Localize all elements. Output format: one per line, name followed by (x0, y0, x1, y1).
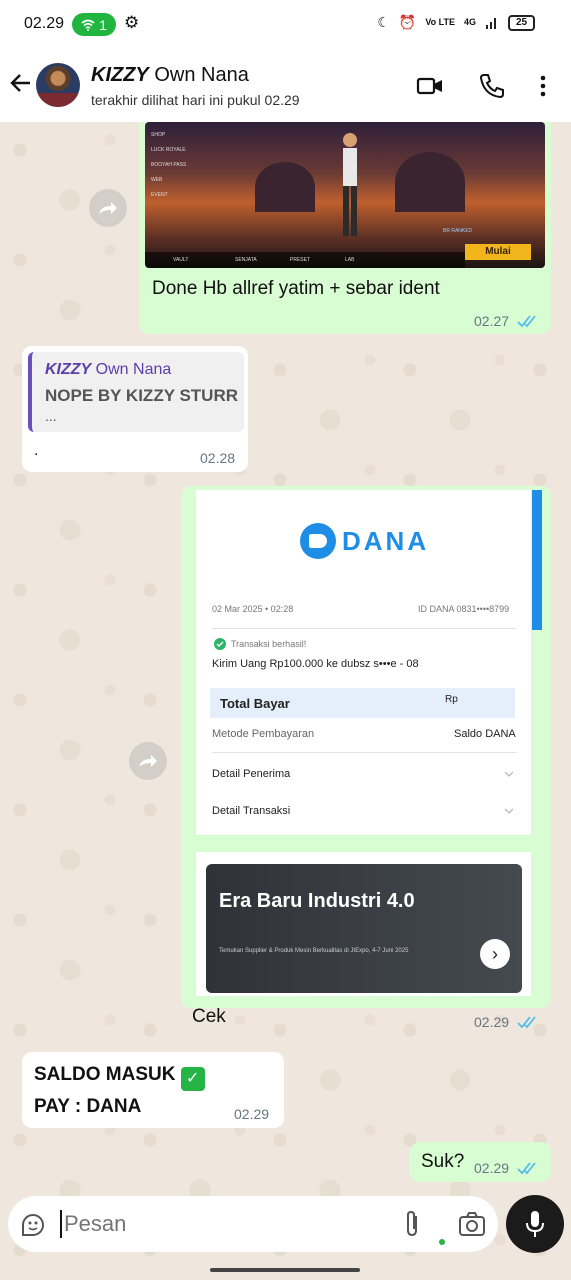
message-text: Done Hb allref yatim + sebar ident (152, 278, 440, 299)
status-time: 02.29 (24, 15, 65, 32)
game-start-button: Mulai (465, 244, 531, 260)
status-icons: ☾ ⏰ Vo LTE 4G 25 (377, 14, 535, 31)
forward-icon[interactable] (129, 742, 167, 780)
alarm-icon: ⏰ (398, 14, 417, 30)
quoted-author: KIZZY Own Nana (45, 361, 172, 378)
read-ticks-icon (517, 315, 536, 328)
read-ticks-icon (517, 1016, 536, 1029)
last-seen: terakhir dilihat hari ini pukul 02.29 (91, 92, 300, 108)
moon-icon: ☾ (377, 14, 390, 30)
quoted-ellipsis: ... (45, 408, 57, 424)
receipt-detail: Kirim Uang Rp100.000 ke dubsz s•••e - 08 (212, 658, 419, 670)
message-text: Suk? (421, 1151, 465, 1172)
sticker-icon[interactable] (20, 1212, 46, 1238)
message-text: Cek (192, 1006, 226, 1027)
chevron-down-icon (504, 808, 514, 814)
battery-level: 25 (515, 17, 528, 28)
divider (212, 752, 517, 753)
message-time: 02.29 (474, 1160, 510, 1176)
volte-label: Vo LTE (425, 17, 455, 27)
notification-count: 1 (99, 16, 107, 33)
success-check-icon (214, 638, 226, 650)
quoted-text: NOPE BY KIZZY STURR (45, 386, 239, 405)
transaction-detail-row: Detail Transaksi (212, 805, 291, 817)
gear-icon: ⚙ (124, 13, 140, 32)
game-label: WEB (151, 177, 163, 183)
recipient-detail-row: Detail Penerima (212, 768, 291, 780)
status-dot (439, 1239, 445, 1245)
attachment-icon[interactable] (402, 1210, 424, 1238)
signal-icon (486, 17, 496, 29)
check-mark-icon: ✓ (180, 1067, 205, 1091)
text-cursor (60, 1210, 62, 1238)
receipt-side-accent (532, 490, 542, 630)
read-ticks-icon (517, 1162, 536, 1175)
receipt-date: 02 Mar 2025 • 02:28 (212, 604, 294, 614)
microphone-icon (526, 1211, 544, 1237)
chevron-right-icon[interactable]: › (480, 939, 510, 969)
total-value: Rp (445, 694, 458, 705)
message-time: 02.29 (234, 1106, 270, 1122)
ad-title: Era Baru Industri 4.0 (219, 890, 415, 912)
home-indicator[interactable] (210, 1268, 360, 1272)
chat-header: KIZZY Own Nana terakhir dilihat hari ini… (0, 50, 571, 122)
message-input-bar (8, 1196, 498, 1252)
game-label: LUCK ROYALE (151, 147, 186, 153)
forward-icon[interactable] (89, 189, 127, 227)
message-time: 02.27 (474, 313, 510, 329)
message-time: 02.28 (200, 450, 236, 466)
game-bottom-bar: VAULT SENJATA PRESET LAB (145, 252, 465, 268)
message-input[interactable] (64, 1208, 394, 1240)
back-arrow-icon[interactable] (8, 70, 34, 96)
method-label: Metode Pembayaran (212, 728, 315, 740)
receipt-dana-id: ID DANA 0831••••8799 (418, 604, 510, 614)
message-text: . (34, 442, 39, 459)
divider (212, 628, 517, 629)
avatar[interactable] (36, 63, 80, 107)
more-options-icon[interactable] (529, 72, 557, 100)
message-text-line: SALDO MASUK ✓ (34, 1064, 205, 1091)
game-label: EVENT (151, 192, 168, 198)
contact-name[interactable]: KIZZY Own Nana (91, 64, 249, 87)
dana-logo: DANA (300, 523, 429, 559)
chevron-down-icon (504, 771, 514, 777)
status-bar: 02.29 1 ⚙ ☾ ⏰ Vo LTE 4G 25 (0, 0, 571, 50)
game-character (343, 133, 357, 236)
dana-logo-icon (300, 523, 336, 559)
total-row: Total Bayar Rp (210, 688, 515, 718)
total-label: Total Bayar (220, 696, 290, 711)
phone-call-icon[interactable] (478, 72, 506, 100)
battery-icon: 25 (508, 14, 535, 31)
game-label: SHOP (151, 132, 166, 138)
ad-banner[interactable]: Era Baru Industri 4.0 Temukan Supplier &… (206, 864, 522, 993)
game-badge: BR RANKED (443, 228, 473, 234)
message-text-line: PAY : DANA (34, 1096, 142, 1117)
wifi-icon (81, 19, 95, 31)
ad-subtitle: Temukan Supplier & Produk Mesin Berkuali… (219, 948, 409, 954)
game-label: BOOYAH PASS (151, 162, 187, 168)
message-time: 02.29 (474, 1014, 510, 1030)
background-dome (395, 152, 465, 212)
quoted-message[interactable]: KIZZY Own Nana NOPE BY KIZZY STURR ... (28, 352, 244, 432)
dana-receipt-image[interactable]: DANA 02 Mar 2025 • 02:28 ID DANA 0831•••… (196, 490, 531, 835)
hotspot-indicator: 1 (72, 13, 116, 36)
network-label: 4G (463, 17, 476, 27)
video-call-icon[interactable] (416, 72, 444, 100)
background-dome (255, 162, 315, 212)
game-screenshot-image[interactable]: SHOP LUCK ROYALE BOOYAH PASS WEB EVENT B… (145, 122, 545, 268)
method-value: Saldo DANA (454, 728, 516, 740)
camera-icon[interactable] (458, 1211, 486, 1237)
microphone-button[interactable] (506, 1195, 564, 1253)
receipt-status: Transaksi berhasil! (231, 639, 307, 649)
